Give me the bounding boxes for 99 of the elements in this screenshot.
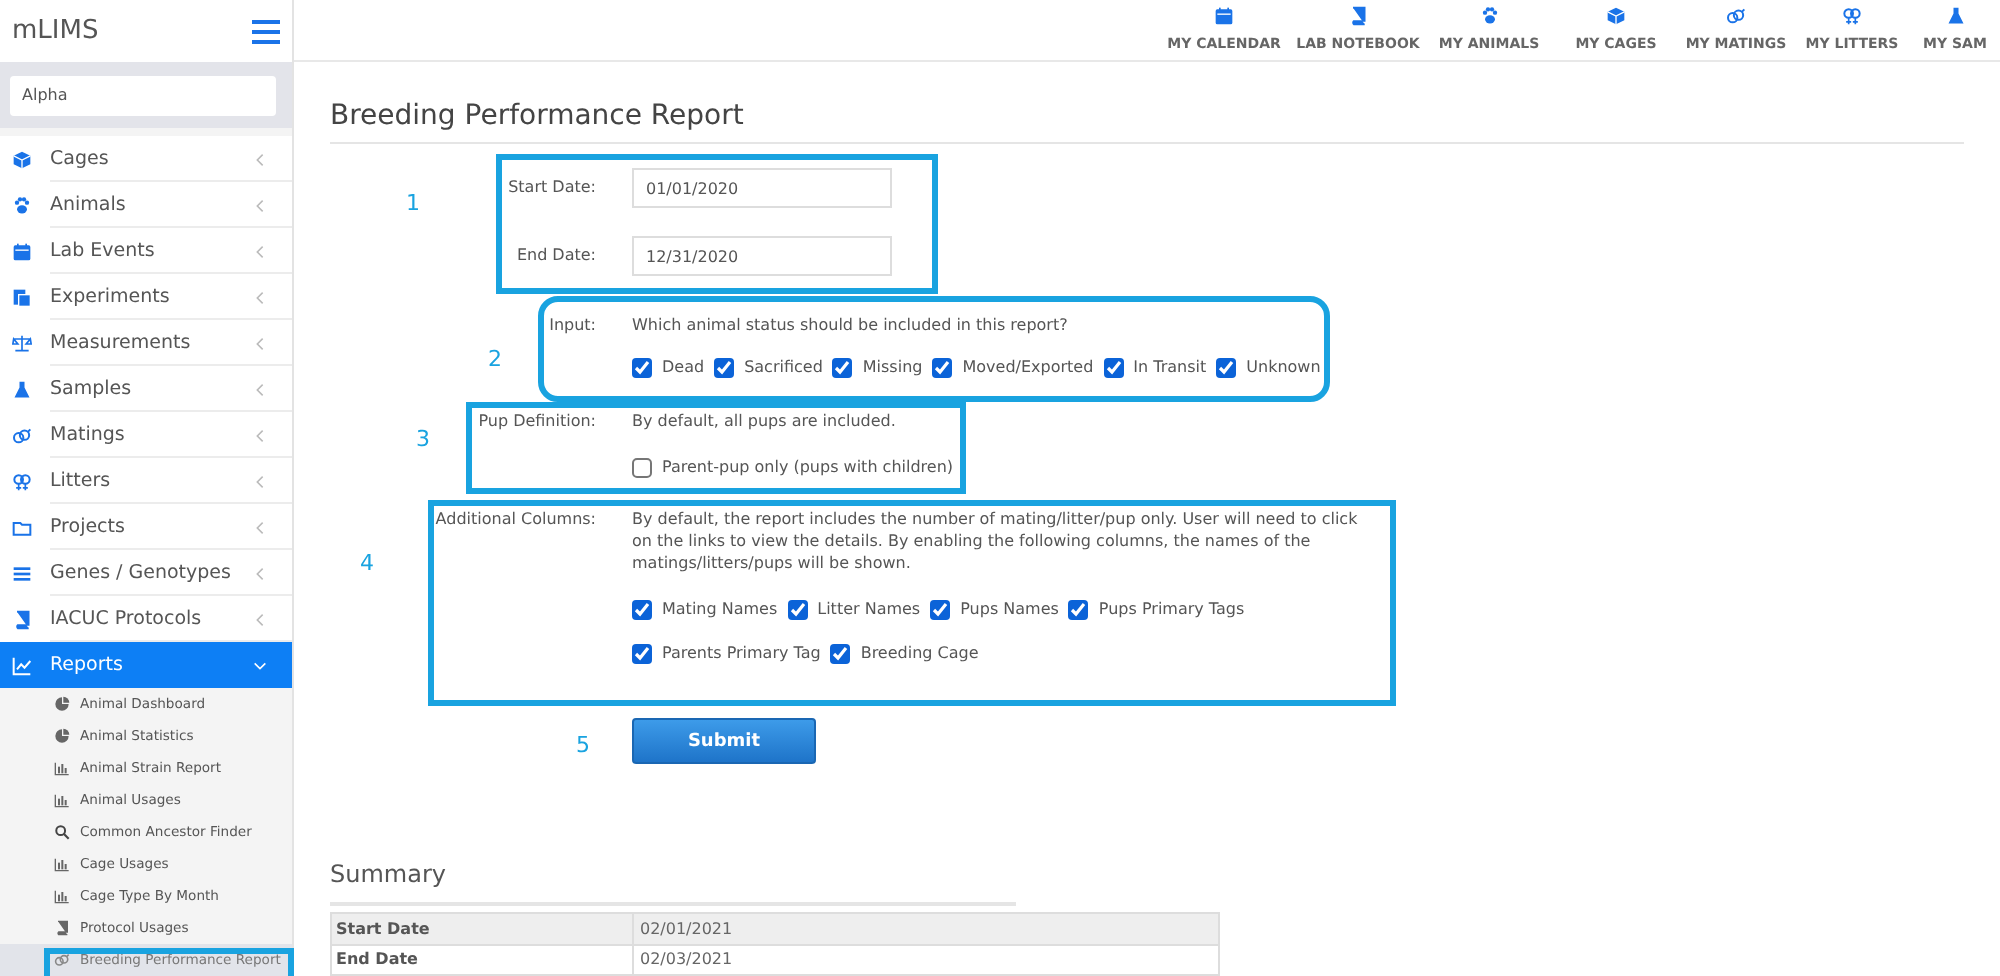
sidebar-item[interactable]: Projects (0, 504, 292, 550)
checkbox-label: In Transit (1133, 356, 1207, 380)
pie-chart-icon (54, 696, 70, 712)
annotation-number: 5 (576, 732, 590, 760)
checkbox[interactable] (1216, 358, 1237, 378)
line-chart-icon (12, 655, 32, 675)
paw-icon (12, 195, 32, 215)
chevron-left-icon (252, 565, 268, 581)
checkbox[interactable] (714, 358, 735, 378)
checkbox[interactable] (932, 358, 953, 378)
checkbox-label: Sacrificed (744, 356, 823, 380)
checkbox-label: Missing (862, 356, 923, 380)
calendar-icon (12, 241, 32, 261)
gender-symbols-icon (1842, 6, 1862, 26)
checkbox-label: Mating Names (662, 598, 778, 622)
calendar-icon (1214, 6, 1234, 26)
checkbox[interactable] (930, 600, 951, 620)
brand-name: mLIMS (12, 19, 99, 44)
field-label: Pup Definition: (478, 410, 596, 434)
bar-chart-icon (54, 856, 70, 872)
chevron-left-icon (252, 473, 268, 489)
chevron-left-icon (252, 243, 268, 259)
scale-icon (12, 333, 32, 353)
chevron-left-icon (252, 335, 268, 351)
paw-icon (1479, 6, 1499, 26)
list-icon (12, 563, 32, 583)
note-text: By default, all pups are included. (632, 410, 896, 434)
annotation-number: 1 (406, 190, 420, 218)
pie-chart-icon (54, 728, 70, 744)
checkbox[interactable] (632, 358, 652, 378)
sidebar-item[interactable]: Samples (0, 366, 292, 412)
sidebar-item[interactable]: Measurements (0, 320, 292, 366)
checkbox[interactable] (632, 644, 652, 664)
field-label: Start Date: (508, 176, 596, 200)
checkbox[interactable] (787, 600, 808, 620)
bar-chart-icon (54, 792, 70, 808)
gender-symbols-icon (1726, 6, 1746, 26)
cube-icon (1606, 6, 1626, 26)
sidebar-item[interactable]: Genes / Genotypes (0, 550, 292, 596)
checkbox[interactable] (1068, 600, 1089, 620)
documents-icon (12, 287, 32, 307)
gender-symbols-icon (12, 471, 32, 491)
chevron-left-icon (252, 519, 268, 535)
chevron-left-icon (252, 611, 268, 627)
search-field[interactable]: Alpha (10, 75, 276, 116)
search-icon (54, 824, 70, 840)
chevron-left-icon (252, 197, 268, 213)
checkbox[interactable] (832, 358, 853, 378)
note-text: By default, the report includes the number of mating/litter/pup only. User will need to click on the links to view the details. By enabling the following columns, the names of the matings/litters/pups will be shown. (632, 508, 1360, 574)
checkbox-label: Pups Names (960, 598, 1059, 622)
field-label: Additional Columns: (435, 508, 596, 532)
flask-icon (1945, 6, 1965, 26)
checkbox-label: Moved/Exported (962, 356, 1094, 380)
sidebar-item[interactable]: Cages (0, 136, 292, 182)
submit-button[interactable]: Submit (632, 718, 816, 764)
cube-icon (12, 149, 32, 169)
sidebar-item[interactable]: IACUC Protocols (0, 596, 292, 642)
flask-icon (12, 379, 32, 399)
checkbox-label: Pups Primary Tags (1098, 598, 1245, 622)
checkbox-label: Parents Primary Tag (662, 642, 821, 666)
sidebar-item[interactable]: Experiments (0, 274, 292, 320)
gender-symbols-icon (54, 952, 70, 968)
checkbox[interactable] (632, 600, 652, 620)
field-label: Input: (549, 314, 596, 338)
chevron-down-icon (252, 657, 268, 673)
chevron-left-icon (252, 381, 268, 397)
annotation-number: 2 (488, 346, 502, 374)
sidebar-item[interactable]: Litters (0, 458, 292, 504)
checkbox[interactable] (830, 644, 851, 664)
field-label: End Date: (516, 244, 596, 268)
chevron-left-icon (252, 289, 268, 305)
chevron-left-icon (252, 151, 268, 167)
sidebar-item[interactable]: Reports (0, 642, 292, 688)
table-cell-text: Start Date (334, 917, 432, 941)
sidebar-item[interactable]: Lab Events (0, 228, 292, 274)
annotation-number: 4 (360, 550, 374, 578)
checkbox[interactable] (1103, 358, 1124, 378)
checkbox-label: Unknown (1246, 356, 1321, 380)
checkbox[interactable] (632, 458, 652, 478)
page-title: Breeding Performance Report (330, 98, 746, 134)
table-cell: 02/03/2021 (632, 946, 733, 974)
section-title: Summary (330, 860, 448, 888)
date-field[interactable]: 01/01/2020 (632, 168, 892, 208)
checkbox-label: Parent-pup only (pups with children) (662, 456, 954, 480)
gender-symbols-icon (12, 425, 32, 445)
checkbox-label: Breeding Cage (860, 642, 979, 666)
bar-chart-icon (54, 760, 70, 776)
checkbox-label: Dead (662, 356, 705, 380)
sidebar-item[interactable]: Matings (0, 412, 292, 458)
bar-chart-icon (54, 888, 70, 904)
table-cell-text: End Date (334, 948, 420, 972)
prompt-text: Which animal status should be included in this report? (632, 314, 1068, 338)
checkbox-label: Litter Names (817, 598, 921, 622)
annotation-number: 3 (416, 426, 430, 454)
folder-icon (12, 517, 32, 537)
sidebar-item[interactable]: Animals (0, 182, 292, 228)
date-field[interactable]: 12/31/2020 (632, 236, 892, 276)
menu-toggle-button[interactable] (252, 19, 280, 44)
chevron-left-icon (252, 427, 268, 443)
